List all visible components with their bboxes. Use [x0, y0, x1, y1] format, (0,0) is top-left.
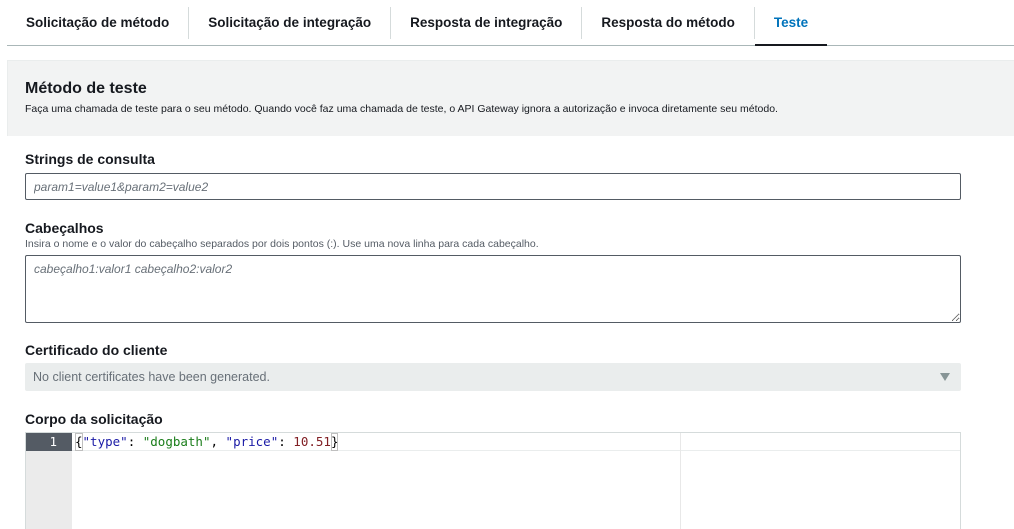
headers-textarea[interactable]	[25, 255, 961, 323]
code-value-price: 10.51	[293, 434, 331, 449]
caret-down-icon	[940, 373, 950, 381]
query-strings-input[interactable]	[25, 173, 961, 200]
request-body-editor[interactable]: 1 {"type": "dogbath", "price": 10.51}	[25, 432, 961, 529]
editor-line-number: 1	[26, 433, 72, 451]
client-certificate-label: Certificado do cliente	[25, 342, 168, 358]
code-brace-close: }	[330, 433, 339, 451]
query-strings-label: Strings de consulta	[25, 151, 155, 167]
code-colon: :	[278, 434, 294, 449]
client-certificate-select[interactable]: No client certificates have been generat…	[25, 363, 961, 391]
tab-test[interactable]: Teste	[754, 0, 828, 46]
code-value-type: "dogbath"	[142, 434, 211, 449]
page-title: Método de teste	[25, 80, 147, 97]
request-body-label: Corpo da solicitação	[25, 411, 163, 427]
code-comma: ,	[210, 434, 226, 449]
tab-integration-response[interactable]: Resposta de integração	[391, 0, 581, 45]
code-key-price: "price"	[225, 434, 279, 449]
tab-bar: Solicitação de método Solicitação de int…	[7, 0, 1014, 46]
tab-integration-request[interactable]: Solicitação de integração	[189, 0, 390, 45]
code-colon: :	[127, 434, 143, 449]
code-key-type: "type"	[82, 434, 128, 449]
client-certificate-value: No client certificates have been generat…	[33, 370, 270, 384]
headers-hint: Insira o nome e o valor do cabeçalho sep…	[25, 238, 539, 250]
headers-label: Cabeçalhos	[25, 220, 104, 236]
tab-method-response[interactable]: Resposta do método	[582, 0, 754, 45]
code-brace-open: {	[75, 433, 83, 451]
tab-method-request[interactable]: Solicitação de método	[7, 0, 188, 45]
editor-code-line[interactable]: {"type": "dogbath", "price": 10.51}	[75, 433, 339, 451]
editor-print-margin	[680, 433, 681, 529]
page-description: Faça uma chamada de teste para o seu mét…	[25, 103, 778, 115]
